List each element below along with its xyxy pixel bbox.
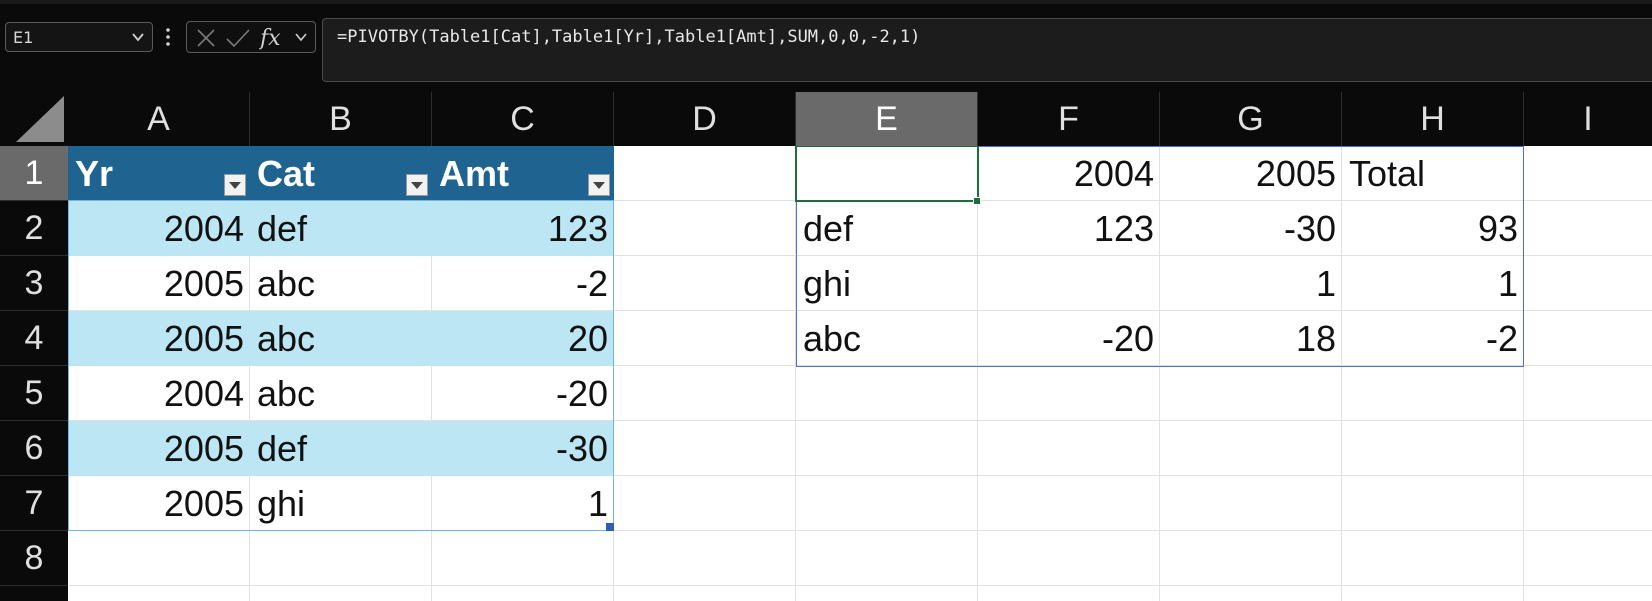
cancel-icon[interactable] [195,27,217,49]
row-header-3[interactable]: 3 [0,256,68,311]
row-header-6[interactable]: 6 [0,421,68,476]
pivot-cell[interactable]: 123 [978,201,1160,256]
pivot-cell[interactable]: 93 [1342,201,1524,256]
table-cell[interactable]: 2005 [68,421,250,476]
filter-dropdown-icon[interactable] [224,174,246,196]
svg-text:fx: fx [259,26,281,51]
table-cell[interactable]: 1 [432,476,614,531]
table-cell[interactable]: def [250,201,432,256]
more-options-icon[interactable] [164,24,172,50]
pivot-row-label[interactable]: def [796,201,978,256]
table-cell[interactable]: 2005 [68,476,250,531]
column-header-g[interactable]: G [1160,92,1342,146]
table-cell[interactable]: abc [250,256,432,311]
table-cell[interactable]: ghi [250,476,432,531]
row-header-8[interactable]: 8 [0,531,68,586]
table-header-yr[interactable]: Yr [68,146,250,201]
table-cell[interactable]: -20 [432,366,614,421]
name-box[interactable]: E1 [5,22,153,52]
table-header-cat[interactable]: Cat [250,146,432,201]
row-header-4[interactable]: 4 [0,311,68,366]
table-cell[interactable]: 2004 [68,201,250,256]
row-header-7[interactable]: 7 [0,476,68,531]
table-cell[interactable]: abc [250,366,432,421]
table-header-label: Cat [257,153,316,194]
table-cell[interactable]: 123 [432,201,614,256]
column-header-d[interactable]: D [614,92,796,146]
table-header-label: Amt [439,153,509,194]
enter-icon[interactable] [225,27,251,49]
table-header-label: Yr [75,153,114,194]
pivot-col-header[interactable]: 2005 [1160,146,1342,201]
pivot-cell[interactable] [978,256,1160,311]
row-header-2[interactable]: 2 [0,201,68,256]
fill-handle[interactable] [973,197,981,205]
column-header-a[interactable]: A [68,92,250,146]
column-header-h[interactable]: H [1342,92,1524,146]
filter-dropdown-icon[interactable] [406,174,428,196]
pivot-cell[interactable]: 1 [1342,256,1524,311]
worksheet-grid: A B C D E F G H I 1 2 3 4 5 6 7 8 Yr Cat… [0,92,1652,601]
insert-function-icon[interactable]: fx [259,25,289,51]
table-cell[interactable]: def [250,421,432,476]
table-cell[interactable]: -30 [432,421,614,476]
pivot-col-header[interactable]: 2004 [978,146,1160,201]
filter-dropdown-icon[interactable] [588,174,610,196]
chevron-down-icon[interactable] [293,31,309,45]
select-all-button[interactable] [0,92,68,146]
ribbon-edge [0,0,1652,4]
pivot-col-header[interactable]: Total [1342,146,1524,201]
table-cell[interactable]: -2 [432,256,614,311]
table-cell[interactable]: 2005 [68,311,250,366]
column-header-c[interactable]: C [432,92,614,146]
row-header-1[interactable]: 1 [0,146,68,201]
column-header-i[interactable]: I [1524,92,1652,146]
table-cell[interactable]: abc [250,311,432,366]
pivot-cell[interactable]: -2 [1342,311,1524,366]
name-box-value: E1 [13,28,34,47]
column-header-e[interactable]: E [796,92,978,146]
column-header-b[interactable]: B [250,92,432,146]
pivot-row-label[interactable]: abc [796,311,978,366]
pivot-cell[interactable]: 18 [1160,311,1342,366]
pivot-cell[interactable]: 1 [1160,256,1342,311]
pivot-row-label[interactable]: ghi [796,256,978,311]
table-cell[interactable]: 2004 [68,366,250,421]
table-cell[interactable]: 2005 [68,256,250,311]
table-header-amt[interactable]: Amt [432,146,614,201]
formula-input[interactable]: =PIVOTBY(Table1[Cat],Table1[Yr],Table1[A… [322,18,1652,82]
pivot-cell[interactable]: -20 [978,311,1160,366]
chevron-down-icon[interactable] [130,29,146,45]
formula-buttons: fx [186,21,316,53]
table-resize-handle[interactable] [606,523,614,531]
formula-text: =PIVOTBY(Table1[Cat],Table1[Yr],Table1[A… [337,27,921,47]
column-header-f[interactable]: F [978,92,1160,146]
table-cell[interactable]: 20 [432,311,614,366]
active-cell-e1[interactable] [795,146,979,202]
row-header-5[interactable]: 5 [0,366,68,421]
formula-bar: E1 fx =PIVOTBY(Table1[Cat],Table1[Yr],Ta… [0,0,1652,92]
pivot-cell[interactable]: -30 [1160,201,1342,256]
cell-area[interactable]: Yr Cat Amt 2004 def 123 2005 abc -2 2005… [68,146,1652,601]
select-all-icon [16,96,64,142]
